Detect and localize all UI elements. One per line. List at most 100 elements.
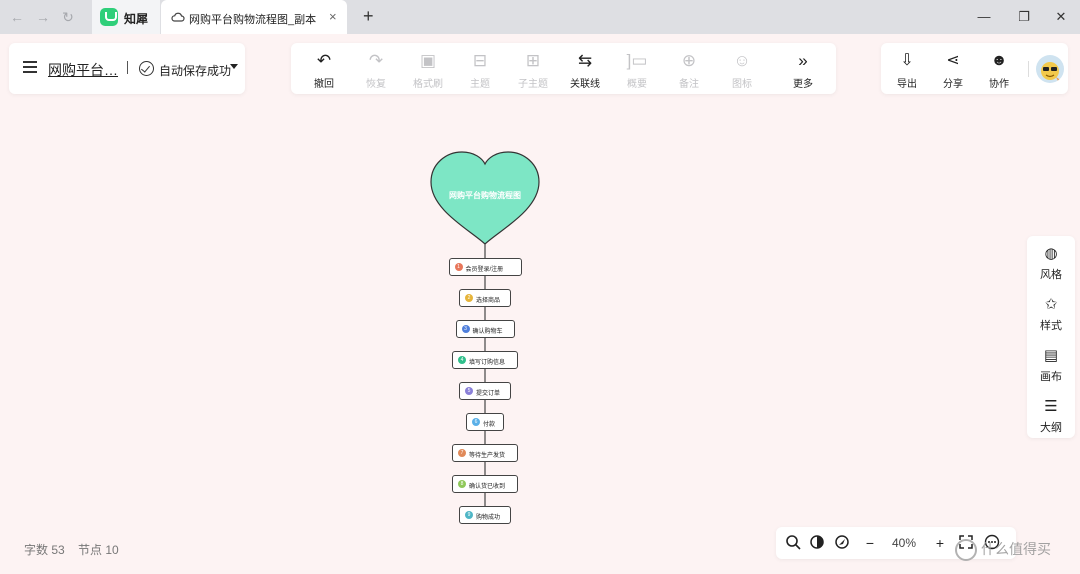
toolbar-topic-button[interactable]: ⊟ 主题 [457, 51, 503, 91]
save-status[interactable]: 自动保存成功 [159, 62, 231, 79]
reload-icon[interactable]: ↻ [60, 9, 76, 25]
style-icon: ✩ [1044, 296, 1058, 313]
zoom-out-button[interactable]: − [861, 534, 879, 552]
palette-icon: ◍ [1044, 245, 1058, 262]
toolbar-relation-line-button[interactable]: ⇆ 关联线 [562, 51, 608, 91]
right-toolbar-label: 导出 [897, 79, 917, 90]
zoom-level[interactable]: 40% [892, 536, 916, 550]
word-count: 字数 53 [24, 543, 65, 557]
toolbar-undo-button[interactable]: ↶ 撤回 [301, 51, 347, 91]
mindmap-node[interactable]: 1 会员登录/注册 [448, 258, 522, 276]
app-logo-icon [100, 8, 118, 26]
outline-icon: ☰ [1044, 398, 1058, 415]
toolbar-label: 更多 [793, 79, 813, 90]
watermark-logo-icon [955, 539, 977, 562]
cloud-icon [171, 12, 185, 22]
toolbar-emoji-button[interactable]: ☺ 图标 [719, 51, 765, 91]
hamburger-menu-icon[interactable] [23, 61, 37, 73]
side-panel-label: 样式 [1040, 320, 1062, 332]
node-label: 等待生产发货 [469, 453, 506, 459]
node-label: 付款 [483, 422, 496, 428]
node-number-badge: 3 [461, 325, 470, 333]
mindmap-node[interactable]: 3 确认购物车 [455, 320, 515, 338]
side-palette-button[interactable]: ◍ 风格 [1027, 244, 1075, 282]
right-toolbar-label: 协作 [989, 79, 1009, 90]
toolbar-subtopic-button[interactable]: ⊞ 子主题 [510, 51, 556, 91]
share-icon: ⋖ [946, 52, 960, 69]
share-button[interactable]: ⋖ 分享 [935, 51, 971, 90]
node-label: 确认购物车 [472, 329, 503, 335]
divider [1028, 61, 1029, 77]
node-label: 购物成功 [476, 515, 501, 521]
document-title[interactable]: 网购平台… [48, 60, 118, 80]
format-brush-icon: ▣ [419, 51, 437, 70]
new-tab-button[interactable]: + [363, 6, 374, 27]
more-icon: » [798, 51, 808, 70]
node-number-badge: 9 [465, 511, 473, 519]
status-bar: 字数 53 节点 10 [24, 541, 129, 558]
side-panel-label: 大纲 [1040, 422, 1062, 434]
close-window-button[interactable]: ✕ [1052, 8, 1070, 26]
relation-line-icon: ⇆ [577, 51, 593, 70]
mindmap-node[interactable]: 8 确认货已收到 [452, 475, 518, 493]
toolbar-summary-button[interactable]: ]▭ 概要 [614, 51, 660, 91]
mindmap-node[interactable]: 4 填写订购信息 [452, 351, 518, 369]
main-toolbar: ↶ 撤回 ↷ 恢复 ▣ 格式刷 ⊟ 主题 ⊞ 子主题 ⇆ 关联线]▭ 概要 ⊕ 备注 ☺ 图标 » 更多 [291, 43, 836, 94]
mindmap-node[interactable]: 7 等待生产发货 [452, 444, 518, 462]
root-node-label[interactable]: 网购平台购物流程图 [431, 190, 539, 201]
minimize-button[interactable]: — [975, 8, 993, 26]
node-number-badge: 4 [458, 356, 466, 364]
mindmap-node[interactable]: 2 选择商品 [459, 289, 511, 307]
toolbar-more-button[interactable]: » 更多 [780, 51, 826, 91]
app-name: 知犀 [124, 12, 149, 26]
watermark: 什么值得买 [955, 539, 1051, 562]
mouse-mode-icon[interactable] [808, 534, 826, 552]
node-number-badge: 6 [472, 418, 480, 426]
node-label: 填写订购信息 [469, 360, 506, 366]
canvas-icon: ▤ [1043, 347, 1059, 364]
toolbar-label: 子主题 [518, 79, 548, 90]
export-button[interactable]: ⇩ 导出 [889, 51, 925, 90]
tab-close-icon[interactable]: × [329, 9, 337, 24]
topic-icon: ⊟ [472, 51, 488, 70]
right-toolbar-label: 分享 [943, 79, 963, 90]
toolbar-label: 主题 [470, 79, 490, 90]
divider [127, 61, 128, 74]
zoom-in-button[interactable]: + [931, 534, 949, 552]
check-circle-icon [139, 61, 154, 76]
node-number-badge: 5 [465, 387, 473, 395]
toolbar-label: 格式刷 [413, 79, 443, 90]
tab-app-home[interactable]: 知犀 [92, 0, 160, 34]
export-icon: ⇩ [900, 52, 914, 69]
side-canvas-button[interactable]: ▤ 画布 [1027, 346, 1075, 384]
collaborate-button[interactable]: ☻ 协作 [981, 51, 1017, 90]
avatar[interactable] [1036, 55, 1064, 83]
note-icon: ⊕ [681, 51, 697, 70]
toolbar-format-brush-button[interactable]: ▣ 格式刷 [405, 51, 451, 91]
caret-down-icon[interactable] [230, 64, 238, 69]
restore-button[interactable]: ❐ [1015, 8, 1033, 26]
toolbar-redo-button[interactable]: ↷ 恢复 [353, 51, 399, 91]
toolbar-note-button[interactable]: ⊕ 备注 [666, 51, 712, 91]
search-icon[interactable] [784, 534, 802, 552]
toolbar-label: 撤回 [314, 79, 334, 90]
collaborate-icon: ☻ [990, 52, 1008, 69]
mindmap-node[interactable]: 6 付款 [466, 413, 504, 431]
side-outline-button[interactable]: ☰ 大纲 [1027, 397, 1075, 435]
side-style-button[interactable]: ✩ 样式 [1027, 295, 1075, 333]
redo-icon: ↷ [368, 51, 384, 70]
mindmap-node[interactable]: 5 提交订单 [459, 382, 511, 400]
tab-document[interactable]: 网购平台购物流程图_副本 × [161, 0, 347, 34]
locate-icon[interactable] [833, 534, 851, 552]
side-panel-label: 风格 [1040, 269, 1062, 281]
toolbar-label: 备注 [679, 79, 699, 90]
toolbar-label: 恢复 [366, 79, 386, 90]
node-number-badge: 1 [454, 263, 463, 271]
undo-icon: ↶ [316, 51, 332, 70]
node-number-badge: 7 [458, 449, 466, 457]
forward-icon[interactable]: → [35, 9, 51, 25]
mindmap-node[interactable]: 9 购物成功 [459, 506, 511, 524]
right-toolbar: ⇩ 导出 ⋖ 分享 ☻ 协作 [881, 43, 1068, 94]
back-icon[interactable]: ← [9, 9, 25, 25]
node-number-badge: 8 [458, 480, 466, 488]
